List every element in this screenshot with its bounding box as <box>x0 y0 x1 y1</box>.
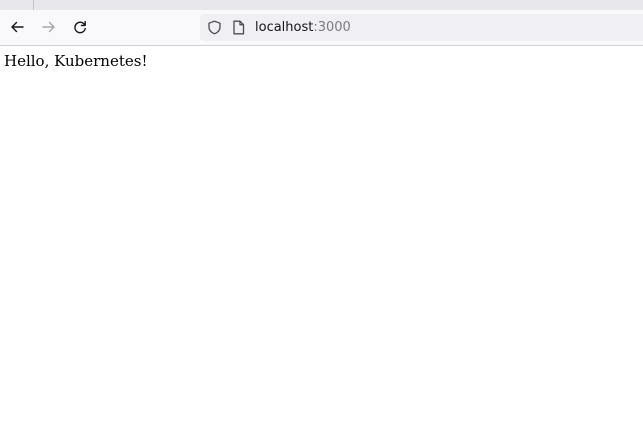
url-host: localhost <box>255 20 314 35</box>
back-arrow-icon <box>11 21 24 33</box>
forward-button[interactable] <box>37 15 61 39</box>
address-bar[interactable]: localhost:3000 <box>200 14 643 41</box>
url-text[interactable]: localhost:3000 <box>255 14 351 41</box>
page-icon[interactable] <box>232 20 245 35</box>
shield-icon[interactable] <box>207 20 222 35</box>
tab-separator <box>33 0 34 10</box>
back-button[interactable] <box>5 15 29 39</box>
page-content: Hello, Kubernetes! <box>0 46 643 421</box>
url-port: :3000 <box>313 20 351 35</box>
reload-icon <box>74 20 86 34</box>
navigation-toolbar: localhost:3000 <box>0 10 643 46</box>
page-body-text: Hello, Kubernetes! <box>4 52 148 70</box>
tab-strip <box>0 0 643 10</box>
forward-arrow-icon <box>42 21 55 33</box>
reload-button[interactable] <box>68 15 92 39</box>
